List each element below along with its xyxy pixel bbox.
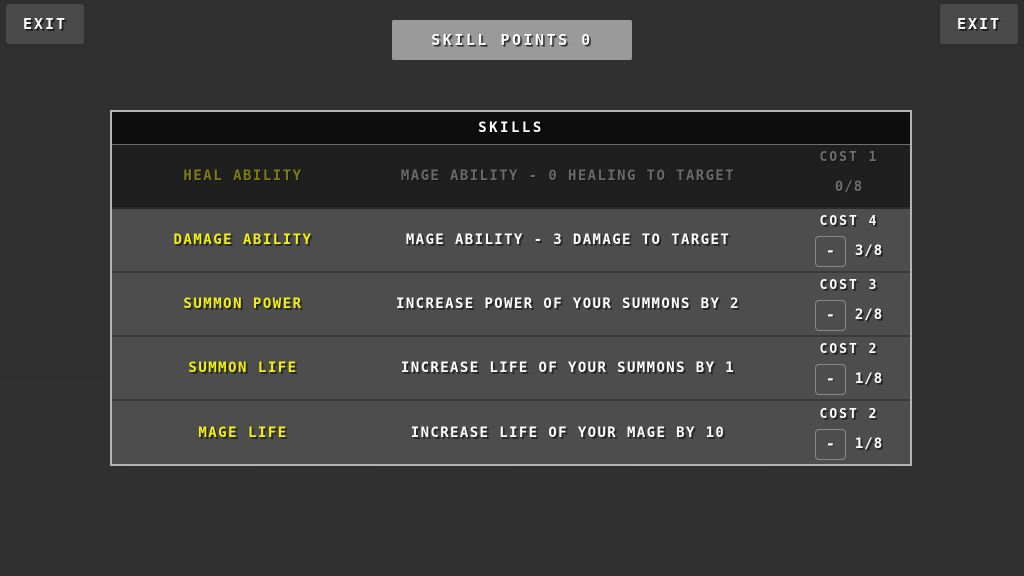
skill-level: 2/8 [854, 307, 884, 323]
skill-row-mage-life[interactable]: MAGE LIFE INCREASE LIFE OF YOUR MAGE BY … [112, 401, 910, 464]
skills-panel: SKILLS HEAL ABILITY MAGE ABILITY - 0 HEA… [110, 110, 912, 466]
skill-cost-area: COST 1 - 0/8 [788, 145, 910, 207]
decrement-button[interactable]: - [814, 235, 846, 267]
skill-cost: COST 2 [819, 342, 879, 357]
skills-panel-title: SKILLS [112, 112, 910, 145]
skill-level: 1/8 [854, 436, 884, 452]
skill-level-line: - 2/8 [814, 299, 884, 331]
decrement-button[interactable]: - [814, 428, 846, 460]
skill-description: INCREASE POWER OF YOUR SUMMONS BY 2 [395, 296, 740, 312]
skill-level-line: - 1/8 [814, 428, 884, 460]
decrement-button[interactable]: - [814, 299, 846, 331]
skill-name: SUMMON LIFE [188, 360, 298, 376]
skill-cost: COST 3 [819, 278, 879, 293]
skill-cost: COST 4 [819, 214, 879, 229]
skill-row-summon-power[interactable]: SUMMON POWER INCREASE POWER OF YOUR SUMM… [112, 273, 910, 337]
skill-level-line: - 0/8 [835, 172, 863, 202]
skill-cost: COST 2 [819, 407, 879, 422]
skill-level: 3/8 [854, 243, 884, 259]
skill-description: MAGE ABILITY - 3 DAMAGE TO TARGET [405, 232, 731, 248]
skill-row-damage-ability[interactable]: DAMAGE ABILITY MAGE ABILITY - 3 DAMAGE T… [112, 209, 910, 273]
skill-description: INCREASE LIFE OF YOUR MAGE BY 10 [410, 425, 726, 441]
skill-cost-area: COST 2 - 1/8 [788, 401, 910, 464]
skill-cost-area: COST 3 - 2/8 [788, 273, 910, 335]
skill-level-line: - 3/8 [814, 235, 884, 267]
skill-level: 0/8 [834, 179, 864, 195]
exit-button-left[interactable]: EXIT [6, 4, 84, 44]
exit-button-right[interactable]: EXIT [940, 4, 1018, 44]
skill-description: INCREASE LIFE OF YOUR SUMMONS BY 1 [400, 360, 736, 376]
skill-cost-area: COST 4 - 3/8 [788, 209, 910, 271]
skill-name: MAGE LIFE [198, 425, 288, 441]
skill-row-heal-ability[interactable]: HEAL ABILITY MAGE ABILITY - 0 HEALING TO… [112, 145, 910, 209]
skill-cost-area: COST 2 - 1/8 [788, 337, 910, 399]
skill-name: HEAL ABILITY [183, 168, 303, 184]
skill-cost: COST 1 [819, 150, 879, 165]
skill-row-summon-life[interactable]: SUMMON LIFE INCREASE LIFE OF YOUR SUMMON… [112, 337, 910, 401]
skill-level-line: - 1/8 [814, 363, 884, 395]
decrement-button[interactable]: - [814, 363, 846, 395]
skill-level: 1/8 [854, 371, 884, 387]
skill-name: SUMMON POWER [183, 296, 303, 312]
skill-name: DAMAGE ABILITY [173, 232, 313, 248]
skill-points-banner: SKILL POINTS 0 [392, 20, 632, 60]
skill-description: MAGE ABILITY - 0 HEALING TO TARGET [400, 168, 736, 184]
